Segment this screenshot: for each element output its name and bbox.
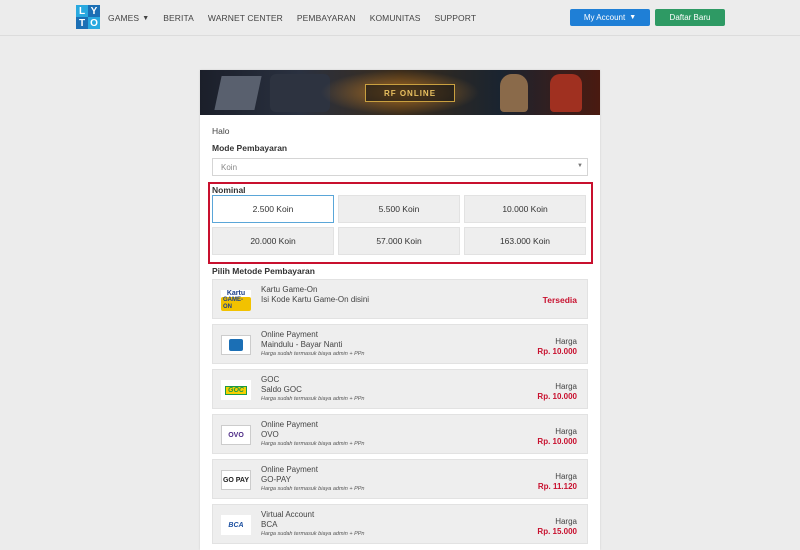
my-account-button[interactable]: My Account ▼ [570,9,650,26]
nav-item-games[interactable]: GAMES ▼ [108,13,149,23]
payment-card: RF ONLINE Halo Mode Pembayaran Koin ▼ No… [200,70,600,550]
payment-method-row[interactable]: GOC GOC Saldo GOC Harga sudah termasuk b… [212,369,588,409]
nav-item-label: KOMUNITAS [369,13,421,23]
method-subtitle: BCA [261,520,278,529]
logo-letter: Y [88,5,100,17]
price-label: Harga [555,427,577,436]
payment-method-row[interactable]: Online Payment Maindulu - Bayar Nanti Ha… [212,324,588,364]
payment-method-label: Pilih Metode Pembayaran [212,266,315,276]
kartu-game-on-icon: Kartu GAME-ON [221,289,251,311]
payment-method-row[interactable]: BCA Virtual Account BCA Harga sudah term… [212,504,588,544]
price-label: Harga [555,382,577,391]
method-title: Online Payment [261,465,318,474]
mode-label: Mode Pembayaran [212,143,288,153]
banner-art-icon [214,76,262,110]
method-status: Tersedia [542,295,577,305]
maindulu-icon [221,335,251,355]
gopay-icon-text: GO PAY [222,476,250,484]
goc-icon-text: GOC [225,385,247,395]
nav-item-label: SUPPORT [434,13,477,23]
chevron-down-icon: ▼ [142,14,150,22]
ovo-icon: OVO [221,425,251,445]
method-note: Harga sudah termasuk biaya admin + PPn [261,441,365,447]
nav-item-pembayaran[interactable]: PEMBAYARAN [297,13,356,23]
logo-letter: T [76,17,88,29]
game-banner: RF ONLINE [200,70,600,115]
method-subtitle: Maindulu - Bayar Nanti [261,340,343,349]
method-subtitle: Saldo GOC [261,385,302,394]
nav-item-berita[interactable]: BERITA [163,13,194,23]
method-title: Online Payment [261,330,318,339]
bca-icon: BCA [221,515,251,535]
method-subtitle: Isi Kode Kartu Game-On disini [261,295,370,304]
method-note: Harga sudah termasuk biaya admin + PPn [261,486,365,492]
method-subtitle: GO-PAY [261,475,291,484]
dropdown-arrow-icon: ▼ [577,163,583,169]
my-account-label: My Account [583,13,626,22]
nav-item-label: BERITA [163,13,194,23]
payment-method-row[interactable]: Kartu GAME-ON Kartu Game-On Isi Kode Kar… [212,279,588,319]
price-label: Harga [555,337,577,346]
payment-mode-select[interactable]: Koin ▼ [212,158,588,176]
nominal-option[interactable]: 5.500 Koin [338,195,460,223]
nav-item-warnet-center[interactable]: WARNET CENTER [208,13,283,23]
price-value: Rp. 11.120 [537,482,577,491]
payment-method-row[interactable]: OVO Online Payment OVO Harga sudah terma… [212,414,588,454]
register-button[interactable]: Daftar Baru [655,9,725,26]
price-value: Rp. 10.000 [537,437,577,446]
method-note: Harga sudah termasuk biaya admin + PPn [261,531,365,537]
price-label: Harga [555,517,577,526]
top-nav: L Y T O GAMES ▼ BERITA WARNET CENTER PEM… [0,0,800,36]
nominal-option[interactable]: 57.000 Koin [338,227,460,255]
payment-method-row[interactable]: GO PAY Online Payment GO-PAY Harga sudah… [212,459,588,499]
logo-letter: O [88,17,100,29]
goc-icon: GOC [221,380,251,400]
method-note: Harga sudah termasuk biaya admin + PPn [261,351,365,357]
chevron-down-icon: ▼ [629,14,637,21]
nav-item-label: WARNET CENTER [207,13,283,23]
nominal-option[interactable]: 10.000 Koin [464,195,586,223]
kartu-icon-text: Kartu [226,289,246,297]
nav-item-komunitas[interactable]: KOMUNITAS [370,13,421,23]
method-title: GOC [261,375,280,384]
method-title: Online Payment [261,420,318,429]
ovo-icon-text: OVO [228,431,244,439]
nominal-option[interactable]: 2.500 Koin [212,195,334,223]
payment-mode-value: Koin [221,162,238,172]
register-label: Daftar Baru [669,13,711,22]
method-subtitle: OVO [261,430,279,439]
logo-letter: L [76,5,88,17]
nav-item-support[interactable]: SUPPORT [435,13,477,23]
price-value: Rp. 10.000 [537,392,577,401]
kartu-icon-badge: GAME-ON [221,296,251,311]
price-value: Rp. 15.000 [537,527,577,536]
game-logo: RF ONLINE [365,84,455,102]
greeting: Halo [212,126,230,136]
method-note: Harga sudah termasuk biaya admin + PPn [261,396,365,402]
nav-item-label: PEMBAYARAN [296,13,356,23]
price-label: Harga [555,472,577,481]
nav-menu: GAMES ▼ BERITA WARNET CENTER PEMBAYARAN … [108,0,490,36]
bca-icon-text: BCA [228,521,244,529]
method-title: Virtual Account [261,510,315,519]
method-title: Kartu Game-On [261,285,318,294]
gopay-icon: GO PAY [221,470,251,490]
price-value: Rp. 10.000 [537,347,577,356]
banner-art-icon [500,74,528,112]
banner-art-icon [550,74,582,112]
nominal-option[interactable]: 20.000 Koin [212,227,334,255]
nominal-label: Nominal [212,185,246,195]
nominal-option[interactable]: 163.000 Koin [464,227,586,255]
lyto-logo[interactable]: L Y T O [76,5,100,29]
nav-item-label: GAMES [108,13,140,23]
